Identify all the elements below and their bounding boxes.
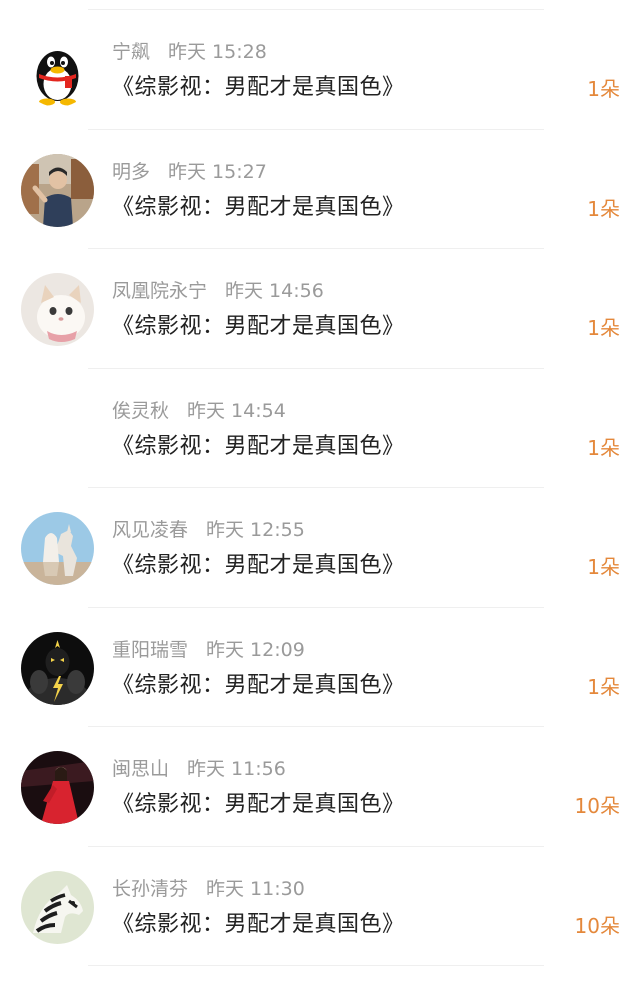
timestamp: 昨天 15:28 [168, 41, 267, 63]
dark-hero-avatar-icon [21, 631, 94, 705]
user-name[interactable]: 闽思山 [112, 758, 169, 780]
timestamp: 昨天 12:55 [206, 519, 305, 541]
list-item[interactable]: 闽思山 昨天 11:56 《综影视：男配才是真国色》 10朵 [0, 727, 640, 847]
avatar[interactable] [21, 273, 94, 346]
gift-amount: 10朵 [574, 794, 620, 818]
gift-amount: 1朵 [587, 674, 620, 699]
qq-penguin-avatar-icon [21, 34, 94, 107]
record-meta: 明多 昨天 15:27 [112, 160, 267, 184]
timestamp: 昨天 11:56 [187, 758, 286, 780]
list-item[interactable]: 俟灵秋 昨天 14:54 《综影视：男配才是真国色》 1朵 [0, 369, 640, 488]
book-title[interactable]: 《综影视：男配才是真国色》 [112, 311, 405, 343]
gift-amount: 10朵 [574, 913, 620, 938]
record-meta: 俟灵秋 昨天 14:54 [112, 399, 286, 423]
user-name[interactable]: 长孙清芬 [112, 878, 188, 900]
horse-rider-avatar-icon [21, 512, 94, 585]
book-title[interactable]: 《综影视：男配才是真国色》 [112, 789, 405, 821]
gift-amount: 1朵 [587, 77, 620, 101]
boy-photo-avatar-icon [21, 153, 94, 227]
book-title[interactable]: 《综影视：男配才是真国色》 [112, 431, 405, 463]
avatar[interactable] [21, 751, 94, 824]
timestamp: 昨天 11:30 [206, 877, 305, 900]
gift-record-list: 宁飙 昨天 15:28 《综影视：男配才是真国色》 1朵 明多 昨天 15:27 《… [0, 0, 640, 983]
avatar[interactable] [21, 392, 94, 466]
timestamp: 昨天 12:09 [206, 638, 305, 661]
record-meta: 宁飙 昨天 15:28 [112, 40, 267, 64]
book-title[interactable]: 《综影视：男配才是真国色》 [112, 909, 405, 941]
list-item[interactable]: 宁飙 昨天 15:28 《综影视：男配才是真国色》 1朵 [0, 10, 640, 130]
avatar[interactable] [21, 34, 94, 107]
gift-amount: 1朵 [587, 555, 620, 579]
user-name[interactable]: 凤凰院永宁 [112, 280, 207, 302]
timestamp: 昨天 15:27 [168, 160, 267, 183]
record-meta: 凤凰院永宁 昨天 14:56 [112, 279, 324, 303]
user-name[interactable]: 风见凌春 [112, 519, 188, 541]
blank-avatar-icon [21, 392, 94, 466]
book-title[interactable]: 《综影视：男配才是真国色》 [112, 72, 405, 104]
gift-amount: 1朵 [587, 435, 620, 460]
list-item[interactable]: 重阳瑞雪 昨天 12:09 《综影视：男配才是真国色》 1朵 [0, 608, 640, 727]
timestamp: 昨天 14:56 [225, 280, 324, 302]
avatar[interactable] [21, 631, 94, 705]
user-name[interactable]: 明多 [112, 161, 150, 183]
list-item[interactable]: 凤凰院永宁 昨天 14:56 《综影视：男配才是真国色》 1朵 [0, 249, 640, 369]
row-divider [88, 965, 544, 966]
user-name[interactable]: 俟灵秋 [112, 400, 169, 422]
book-title[interactable]: 《综影视：男配才是真国色》 [112, 192, 405, 224]
red-dress-avatar-icon [21, 751, 94, 824]
record-meta: 长孙清芬 昨天 11:30 [112, 877, 305, 901]
record-meta: 风见凌春 昨天 12:55 [112, 518, 305, 542]
record-meta: 重阳瑞雪 昨天 12:09 [112, 638, 305, 662]
user-name[interactable]: 重阳瑞雪 [112, 639, 188, 661]
avatar[interactable] [21, 870, 94, 944]
gift-amount: 1朵 [587, 196, 620, 221]
white-cat-avatar-icon [21, 273, 94, 346]
avatar[interactable] [21, 512, 94, 585]
record-meta: 闽思山 昨天 11:56 [112, 757, 286, 781]
book-title[interactable]: 《综影视：男配才是真国色》 [112, 550, 405, 582]
list-item[interactable]: 长孙清芬 昨天 11:30 《综影视：男配才是真国色》 10朵 [0, 847, 640, 966]
book-title[interactable]: 《综影视：男配才是真国色》 [112, 670, 405, 702]
timestamp: 昨天 14:54 [187, 399, 286, 422]
zebra-avatar-icon [21, 870, 94, 944]
list-item[interactable]: 风见凌春 昨天 12:55 《综影视：男配才是真国色》 1朵 [0, 488, 640, 608]
user-name[interactable]: 宁飙 [112, 41, 150, 63]
gift-amount: 1朵 [587, 316, 620, 340]
avatar[interactable] [21, 153, 94, 227]
list-item[interactable]: 明多 昨天 15:27 《综影视：男配才是真国色》 1朵 [0, 130, 640, 249]
